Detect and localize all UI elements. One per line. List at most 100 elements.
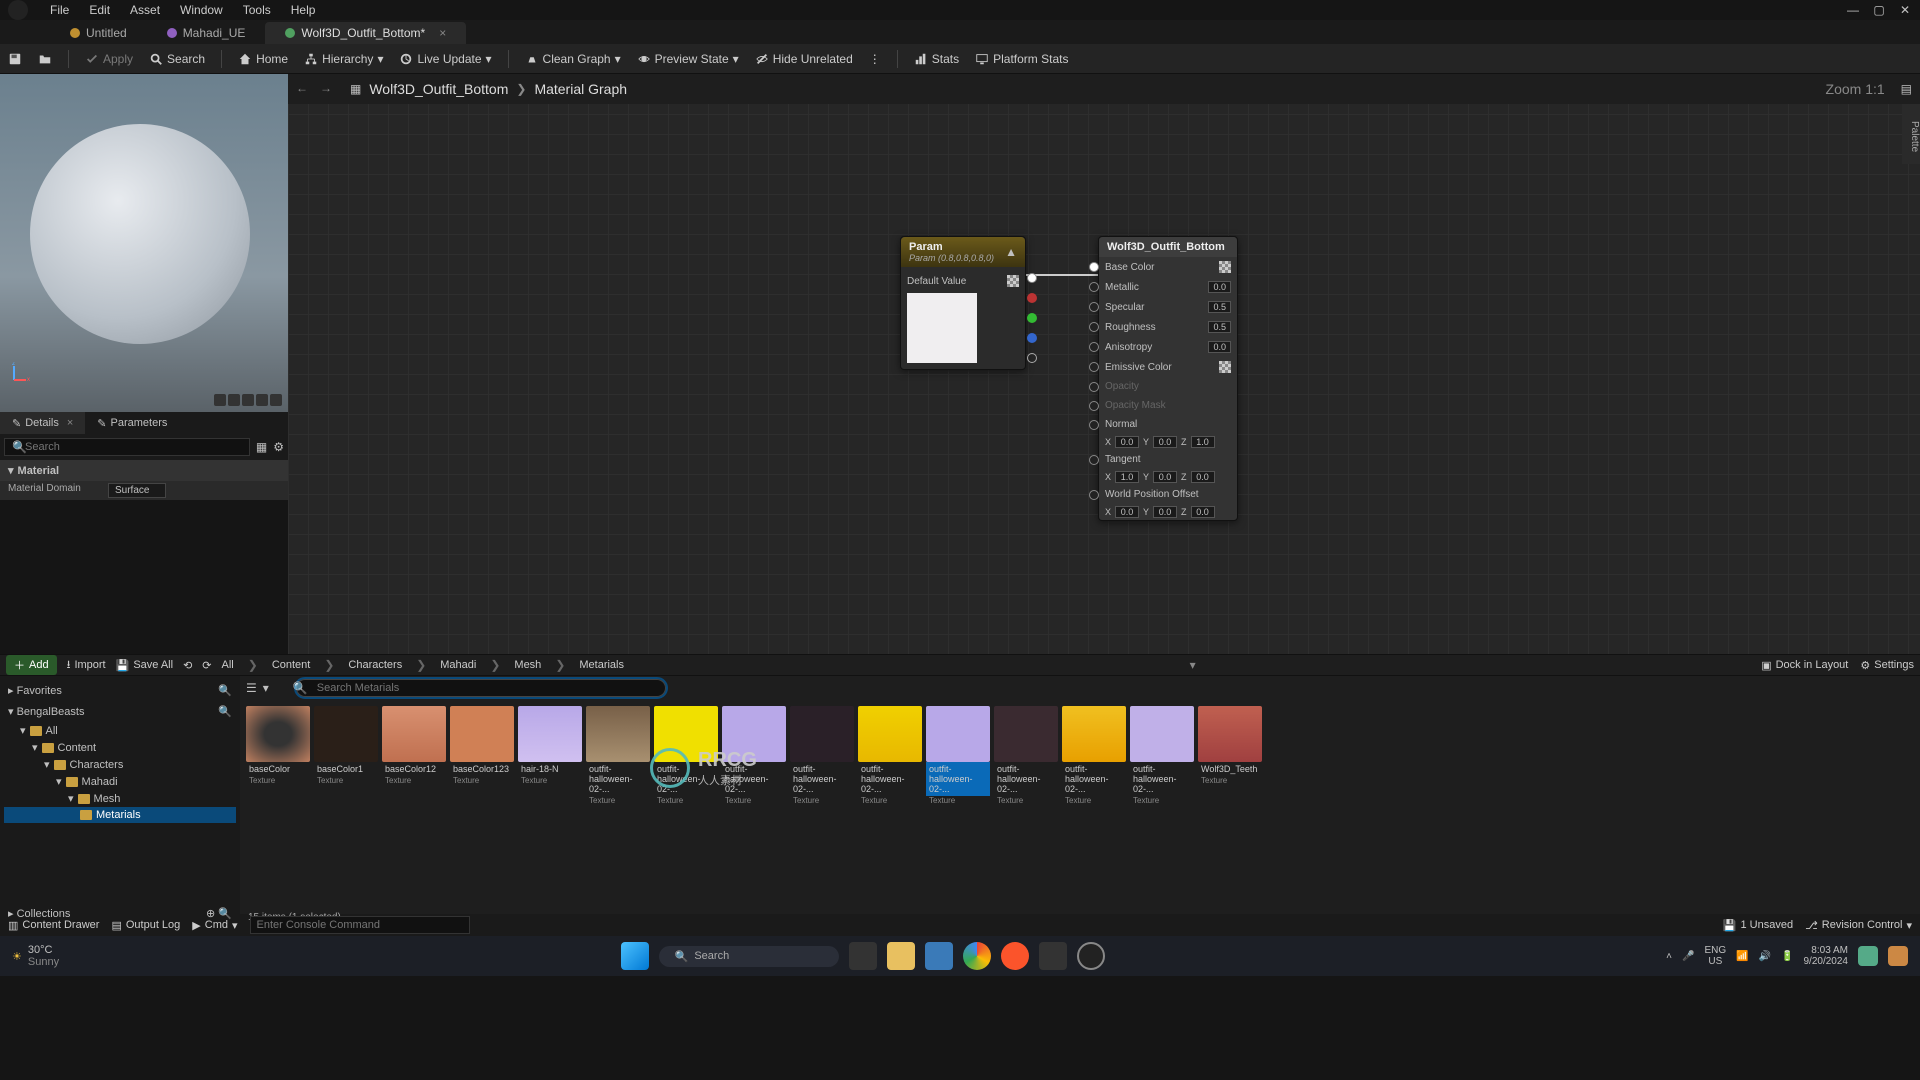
- palette-tab[interactable]: Palette: [1902, 104, 1920, 164]
- input-pin[interactable]: [1089, 322, 1099, 332]
- tree-content[interactable]: ▾ Content: [4, 739, 236, 756]
- apply-button[interactable]: Apply: [85, 52, 133, 66]
- save-all-button[interactable]: 💾Save All: [116, 659, 173, 672]
- asset-item[interactable]: baseColor1 Texture: [314, 706, 378, 805]
- asset-item[interactable]: outfit-halloween-02-... Texture: [1062, 706, 1126, 805]
- asset-item[interactable]: outfit-halloween-02-... Texture: [1130, 706, 1194, 805]
- input-pin[interactable]: [1089, 282, 1099, 292]
- close-icon[interactable]: ×: [67, 417, 73, 429]
- value-specular[interactable]: 0.5: [1208, 301, 1231, 313]
- browse-button[interactable]: [38, 52, 52, 66]
- node-param[interactable]: Param Param (0.8,0.8,0.8,0) ▲ Default Va…: [900, 236, 1026, 370]
- chevron-up-icon[interactable]: ˄: [1666, 951, 1672, 962]
- collapse-icon[interactable]: ▲: [1005, 245, 1017, 259]
- brave-icon[interactable]: [1001, 942, 1029, 970]
- wifi-icon[interactable]: 📶: [1736, 951, 1748, 962]
- input-pin[interactable]: [1089, 342, 1099, 352]
- tree-characters[interactable]: ▾ Characters: [4, 756, 236, 773]
- tangent-y[interactable]: 0.0: [1153, 471, 1177, 483]
- breadcrumb[interactable]: Mahadi: [440, 659, 476, 671]
- window-minimize[interactable]: —: [1846, 3, 1860, 17]
- nav-forward-icon[interactable]: →: [320, 81, 336, 97]
- tangent-z[interactable]: 0.0: [1191, 471, 1215, 483]
- history-fwd[interactable]: ⟳: [202, 659, 211, 672]
- asset-item[interactable]: outfit-halloween-02-... Texture: [790, 706, 854, 805]
- platform-stats-button[interactable]: Platform Stats: [975, 52, 1068, 66]
- filter-icon[interactable]: ☰: [246, 681, 257, 695]
- menu-edit[interactable]: Edit: [79, 3, 120, 17]
- tray-icon[interactable]: [1858, 946, 1878, 966]
- tray-icon[interactable]: [1888, 946, 1908, 966]
- breadcrumb[interactable]: Metarials: [579, 659, 624, 671]
- tab-material[interactable]: Wolf3D_Outfit_Bottom* ×: [265, 22, 466, 44]
- output-pin-a[interactable]: [1027, 353, 1037, 363]
- hide-unrelated-button[interactable]: Hide Unrelated: [755, 52, 853, 66]
- task-view-icon[interactable]: [849, 942, 877, 970]
- asset-search-input[interactable]: [296, 679, 666, 697]
- asset-item[interactable]: outfit-halloween-02-... Texture: [858, 706, 922, 805]
- value-anisotropy[interactable]: 0.0: [1208, 341, 1231, 353]
- output-pin-r[interactable]: [1027, 293, 1037, 303]
- tab-close-icon[interactable]: ×: [439, 26, 446, 40]
- content-drawer-button[interactable]: ▥Content Drawer: [8, 919, 99, 932]
- input-pin[interactable]: [1089, 490, 1099, 500]
- import-button[interactable]: ⭳Import: [67, 656, 106, 675]
- unsaved-indicator[interactable]: 💾1 Unsaved: [1723, 919, 1793, 932]
- value-roughness[interactable]: 0.5: [1208, 321, 1231, 333]
- asset-item[interactable]: outfit-halloween-02-... Texture: [722, 706, 786, 805]
- console-input[interactable]: [250, 916, 470, 934]
- tab-mahadi[interactable]: Mahadi_UE: [147, 22, 266, 44]
- unreal-icon[interactable]: [1077, 942, 1105, 970]
- menu-file[interactable]: File: [40, 3, 79, 17]
- asset-item[interactable]: baseColor12 Texture: [382, 706, 446, 805]
- color-swatch[interactable]: [1007, 275, 1019, 287]
- node-material-output[interactable]: Wolf3D_Outfit_Bottom Base Color Metallic…: [1098, 236, 1238, 521]
- asset-item[interactable]: Wolf3D_Teeth Texture: [1198, 706, 1262, 805]
- home-button[interactable]: Home: [238, 52, 288, 66]
- breadcrumb[interactable]: Mesh: [514, 659, 541, 671]
- settings-button[interactable]: ⚙Settings: [1860, 659, 1914, 672]
- live-update-button[interactable]: Live Update▾: [399, 52, 491, 66]
- menu-help[interactable]: Help: [281, 3, 326, 17]
- volume-icon[interactable]: 🔊: [1759, 951, 1771, 962]
- output-pin-b[interactable]: [1027, 333, 1037, 343]
- menu-asset[interactable]: Asset: [120, 3, 170, 17]
- search-button[interactable]: Search: [149, 52, 205, 66]
- revision-control-button[interactable]: ⎇Revision Control▾: [1805, 919, 1912, 932]
- viewport-shape-buttons[interactable]: [214, 394, 282, 406]
- input-pin[interactable]: [1089, 455, 1099, 465]
- output-pin-rgba[interactable]: [1027, 273, 1037, 283]
- favorites-section[interactable]: ▸ Favorites🔍: [4, 680, 236, 701]
- input-pin[interactable]: [1089, 302, 1099, 312]
- material-graph[interactable]: ← → ▦ Wolf3D_Outfit_Bottom ❯ Material Gr…: [288, 74, 1920, 654]
- wpo-z[interactable]: 0.0: [1191, 506, 1215, 518]
- start-button[interactable]: [621, 942, 649, 970]
- tree-materials[interactable]: Metarials: [4, 807, 236, 823]
- chrome-icon[interactable]: [963, 942, 991, 970]
- clean-graph-button[interactable]: Clean Graph▾: [525, 52, 621, 66]
- asset-item[interactable]: outfit-halloween-02-... Texture: [926, 706, 990, 805]
- bookmark-icon[interactable]: ▤: [1901, 82, 1912, 96]
- search-icon[interactable]: 🔍: [218, 705, 232, 718]
- menu-tools[interactable]: Tools: [233, 3, 281, 17]
- preview-viewport[interactable]: ☰ Perspective ● Lit Show zx: [0, 74, 288, 412]
- details-search-input[interactable]: [4, 438, 250, 456]
- tangent-x[interactable]: 1.0: [1115, 471, 1139, 483]
- history-back[interactable]: ⟲: [183, 659, 192, 672]
- cmd-dropdown[interactable]: ▶Cmd▾: [192, 919, 237, 932]
- add-button[interactable]: ＋Add: [6, 655, 57, 675]
- asset-item[interactable]: outfit-halloween-02-... Texture: [586, 706, 650, 805]
- wpo-y[interactable]: 0.0: [1153, 506, 1177, 518]
- window-close[interactable]: ✕: [1898, 3, 1912, 17]
- nav-back-icon[interactable]: ←: [296, 81, 312, 97]
- tree-mesh[interactable]: ▾ Mesh: [4, 790, 236, 807]
- breadcrumb[interactable]: Content: [272, 659, 311, 671]
- tab-parameters[interactable]: ✎Parameters: [85, 412, 179, 434]
- output-pin-g[interactable]: [1027, 313, 1037, 323]
- app-icon[interactable]: [1039, 942, 1067, 970]
- grid-icon[interactable]: ▦: [256, 440, 267, 454]
- weather-widget[interactable]: ☀ 30°CSunny: [12, 944, 59, 968]
- explorer-icon[interactable]: [887, 942, 915, 970]
- chevron-down-icon[interactable]: ▾: [263, 681, 269, 695]
- dropdown-value[interactable]: Surface: [108, 483, 166, 498]
